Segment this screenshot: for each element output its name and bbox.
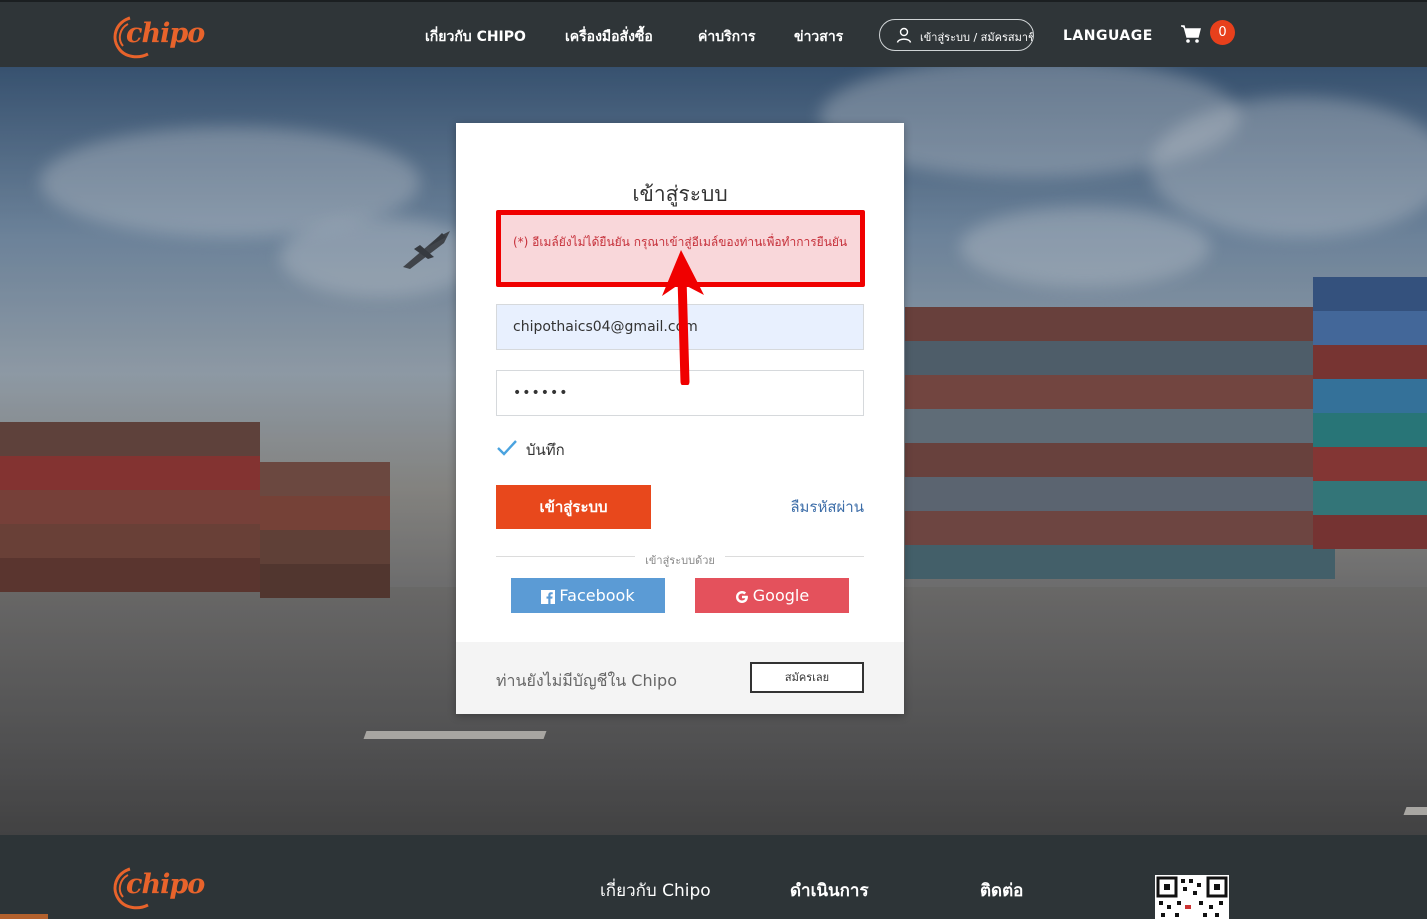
cart-count-badge: 0 bbox=[1210, 20, 1235, 45]
login-register-button[interactable]: เข้าสู่ระบบ / สมัครสมาชิ bbox=[879, 19, 1034, 51]
nav-order-tools[interactable]: เครื่องมือสั่งซื้อ bbox=[565, 26, 653, 48]
footer-col-about[interactable]: เกี่ยวกับ Chipo bbox=[600, 877, 711, 904]
no-account-text: ท่านยังไม่มีบัญชีใน Chipo bbox=[496, 671, 677, 690]
login-submit-button[interactable]: เข้าสู่ระบบ bbox=[496, 485, 651, 529]
footer-logo-wordmark: chipo bbox=[126, 869, 205, 900]
forgot-password-link[interactable]: ลืมรหัสผ่าน bbox=[790, 495, 864, 519]
social-login-caption: เข้าสู่ระบบด้วย bbox=[635, 554, 725, 567]
google-login-button[interactable]: Google bbox=[695, 578, 849, 613]
login-register-label: เข้าสู่ระบบ / สมัครสมาชิ bbox=[920, 31, 1034, 44]
nav-pricing[interactable]: ค่าบริการ bbox=[698, 26, 756, 48]
login-title: เข้าสู่ระบบ bbox=[632, 182, 728, 206]
cart-icon[interactable] bbox=[1180, 24, 1202, 44]
facebook-login-label: Facebook bbox=[559, 586, 635, 605]
nav-about[interactable]: เกี่ยวกับ CHIPO bbox=[425, 26, 526, 48]
qr-code-image bbox=[1155, 875, 1229, 919]
footer-chipo-logo[interactable]: chipo bbox=[108, 863, 205, 913]
facebook-login-button[interactable]: Facebook bbox=[511, 578, 665, 613]
google-icon bbox=[735, 590, 748, 603]
user-icon bbox=[896, 27, 912, 43]
signup-footer: ท่านยังไม่มีบัญชีใน Chipo สมัครเลย bbox=[456, 642, 904, 714]
page-footer: chipo เกี่ยวกับ Chipo ดำเนินการ ติดต่อ bbox=[0, 835, 1427, 919]
login-card: เข้าสู่ระบบ (*) อีเมล์ยังไม่ได้ยืนยัน กร… bbox=[456, 123, 904, 714]
facebook-icon bbox=[541, 589, 556, 604]
signup-button[interactable]: สมัครเลย bbox=[750, 662, 864, 693]
remember-me-label: บันทึก bbox=[526, 441, 565, 459]
annotation-arrow-icon bbox=[662, 250, 704, 385]
checkmark-icon bbox=[497, 440, 517, 456]
nav-news[interactable]: ข่าวสาร bbox=[794, 26, 843, 48]
logo-wordmark: chipo bbox=[126, 18, 205, 49]
top-navbar: chipo เกี่ยวกับ CHIPO เครื่องมือสั่งซื้อ… bbox=[0, 0, 1427, 67]
qr-code-icon bbox=[1156, 876, 1228, 917]
chipo-logo[interactable]: chipo bbox=[108, 12, 205, 62]
language-selector[interactable]: LANGUAGE bbox=[1063, 28, 1153, 44]
google-login-label: Google bbox=[752, 586, 810, 605]
footer-col-operations[interactable]: ดำเนินการ bbox=[790, 877, 869, 904]
bottom-accent-strip bbox=[0, 914, 48, 919]
footer-col-contact[interactable]: ติดต่อ bbox=[980, 877, 1023, 904]
